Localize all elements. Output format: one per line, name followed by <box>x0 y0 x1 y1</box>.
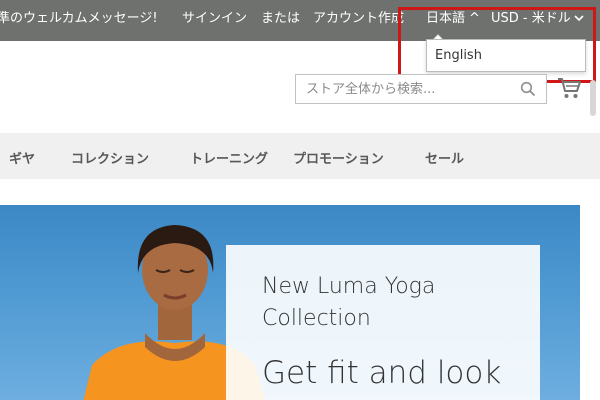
create-account-link[interactable]: アカウント作成 <box>313 11 404 27</box>
currency-label: USD - 米ドル <box>491 11 571 26</box>
top-panel: 準のウェルカムメッセージ! サインイン または アカウント作成 日本語 ^ USD… <box>0 0 600 41</box>
signin-link[interactable]: サインイン <box>182 11 247 27</box>
chevron-up-icon: ^ <box>469 11 480 26</box>
main-nav: ギヤ コレクション トレーニング プロモーション セール <box>0 133 600 179</box>
search-box <box>295 74 547 104</box>
chevron-down-icon <box>574 11 584 27</box>
hero-card: New Luma Yoga Collection Get fit and loo… <box>226 245 540 400</box>
language-switcher[interactable]: 日本語 ^ <box>426 11 480 27</box>
language-label: 日本語 <box>426 11 466 26</box>
welcome-message: 準のウェルカムメッセージ! <box>0 11 158 26</box>
nav-item-training[interactable]: トレーニング <box>190 148 268 167</box>
nav-item-promotion[interactable]: プロモーション <box>293 148 384 167</box>
or-text: または <box>261 11 301 26</box>
hero-title: New Luma Yoga Collection <box>262 274 436 331</box>
search-icon[interactable] <box>520 81 536 97</box>
hero-banner[interactable]: New Luma Yoga Collection Get fit and loo… <box>0 205 580 400</box>
language-option-english[interactable]: English <box>435 48 482 63</box>
nav-item-sale[interactable]: セール <box>425 148 464 167</box>
hero-subtitle: Get fit and look <box>262 355 502 391</box>
nav-item-collection[interactable]: コレクション <box>71 148 149 167</box>
language-dropdown: English <box>426 39 586 72</box>
cart-icon[interactable] <box>556 75 582 101</box>
currency-switcher[interactable]: USD - 米ドル <box>491 11 584 27</box>
search-input[interactable] <box>296 75 521 103</box>
scrollbar-thumb[interactable] <box>590 80 596 116</box>
nav-item-gear[interactable]: ギヤ <box>9 148 35 167</box>
